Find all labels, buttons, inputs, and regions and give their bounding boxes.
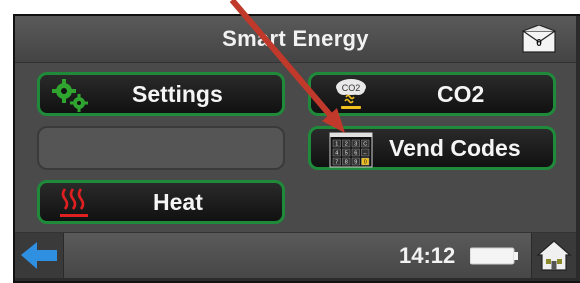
gears-icon [52,79,88,112]
heat-label: Heat [153,188,203,215]
co2-button[interactable]: CO2 CO2 [308,72,556,116]
keypad-icon: 1 2 3 C 4 5 6 ← 7 8 9 0 [329,132,373,168]
vend-codes-button[interactable]: 1 2 3 C 4 5 6 ← 7 8 9 0 Vend Codes [308,126,556,170]
home-button[interactable] [531,233,576,278]
status-bar: 14:12 [15,232,576,278]
title-bar: Smart Energy 0 [15,16,576,63]
mail-envelope-icon[interactable]: 0 [522,25,556,53]
battery-icon [470,247,518,265]
heat-waves-icon [60,188,88,217]
vend-codes-label: Vend Codes [389,134,521,161]
keypad-key-label: 7 [335,160,338,166]
keypad-key-label: C [363,142,367,148]
settings-button[interactable]: Settings [37,72,285,116]
co2-cloud-icon: CO2 [336,79,366,109]
keypad-key-label: 8 [345,160,348,166]
screen: Smart Energy 0 Settings CO2 CO2 1 2 3 C … [15,16,576,278]
page-title: Smart Energy [222,26,369,51]
clock: 14:12 [399,243,456,268]
empty-slot-button [37,126,285,170]
keypad-key-label: 1 [335,142,338,148]
keypad-key-label: 6 [354,151,357,157]
back-arrow-icon [21,242,57,269]
home-icon [536,240,572,271]
keypad-key-label: 2 [345,142,348,148]
heat-button[interactable]: Heat [37,180,285,224]
message-count: 0 [536,38,542,49]
keypad-key-label: 3 [354,142,357,148]
keypad-key-label: 0 [364,160,367,166]
keypad-key-label: ← [363,151,369,157]
settings-label: Settings [132,80,223,107]
co2-label: CO2 [437,80,485,107]
co2-icon-text: CO2 [342,83,361,93]
keypad-key-label: 4 [335,151,338,157]
keypad-key-label: 5 [345,151,348,157]
keypad-key-label: 9 [354,160,357,166]
back-button[interactable] [15,233,64,278]
